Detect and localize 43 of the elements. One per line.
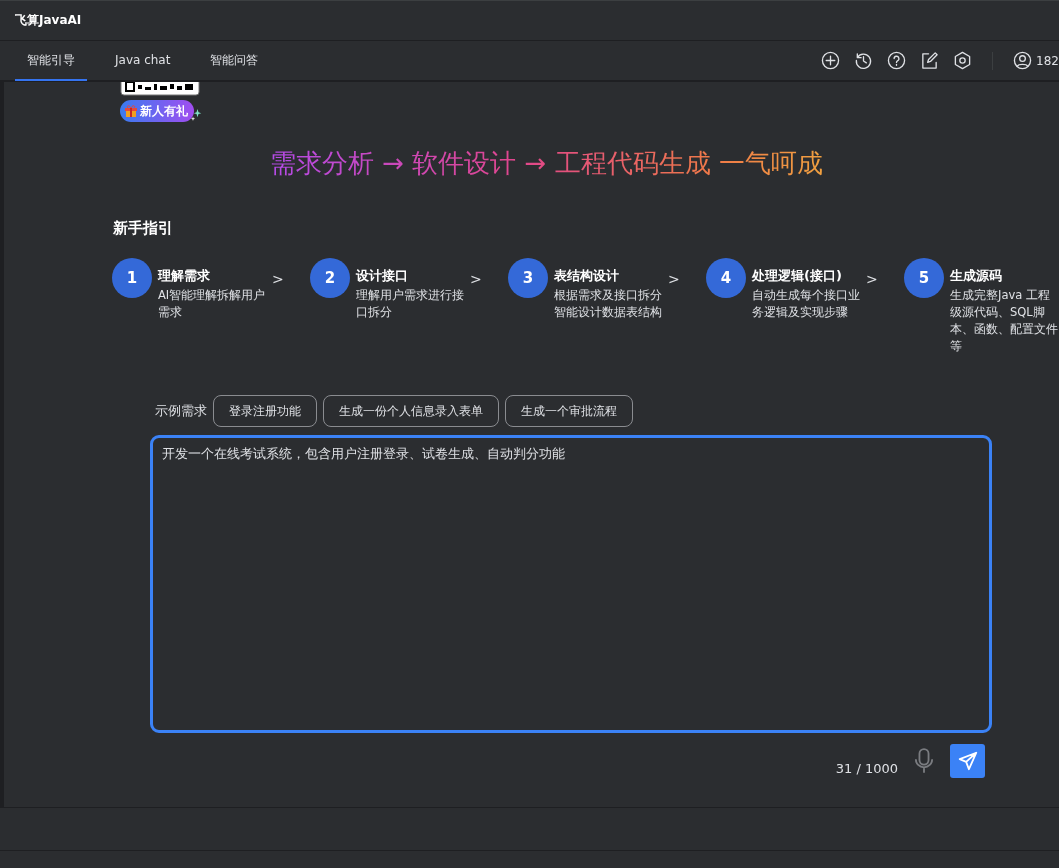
- sparkle-icon: [190, 108, 202, 122]
- step-description: 生成完整Java 工程级源代码、SQL脚本、函数、配置文件等: [950, 287, 1059, 355]
- step-description: 理解用户需求进行接口拆分: [356, 287, 465, 321]
- step-title: 理解需求: [158, 267, 211, 285]
- separator: >: [271, 270, 285, 287]
- step-number: 3: [508, 258, 548, 298]
- add-icon[interactable]: [821, 51, 841, 70]
- example-button[interactable]: 生成一份个人信息录入表单: [323, 395, 499, 427]
- input-field[interactable]: 开发一个在线考试系统，包含用户注册登录、试卷生成、自动判分功能: [150, 435, 992, 733]
- send-icon: [956, 750, 979, 772]
- char-counter: 31 / 1000: [835, 760, 898, 776]
- step-number: 5: [904, 258, 944, 298]
- step-description: 自动生成每个接口业务逻辑及实现步骤: [752, 287, 861, 321]
- step-number: 2: [310, 258, 350, 298]
- send-button[interactable]: [950, 744, 985, 778]
- section-title: 新手指引: [113, 219, 174, 238]
- promo-badge[interactable]: 新人有礼: [120, 100, 194, 122]
- example-button[interactable]: 生成一个审批流程: [505, 395, 633, 427]
- separator: >: [469, 270, 483, 287]
- step-description: 根据需求及接口拆分智能设计数据表结构: [554, 287, 663, 321]
- history-icon[interactable]: [854, 51, 874, 70]
- settings-icon[interactable]: [953, 51, 973, 70]
- separator: >: [865, 270, 879, 287]
- microphone-icon[interactable]: [914, 746, 934, 776]
- user-name[interactable]: 182: [1036, 53, 1059, 68]
- tab[interactable]: 智能引导: [15, 41, 87, 81]
- qr-code-icon: [120, 82, 200, 96]
- step-description: AI智能理解拆解用户需求: [158, 287, 267, 321]
- edit-icon[interactable]: [920, 51, 940, 70]
- tab[interactable]: 智能问答: [198, 41, 271, 81]
- step-title: 生成源码: [950, 267, 1003, 285]
- step-number: 1: [112, 258, 152, 298]
- step-title: 设计接口: [356, 267, 409, 285]
- step-number: 4: [706, 258, 746, 298]
- examples-label: 示例需求: [155, 402, 207, 420]
- example-button[interactable]: 登录注册功能: [213, 395, 317, 427]
- help-icon[interactable]: [887, 51, 907, 70]
- separator: >: [667, 270, 681, 287]
- step-title: 处理逻辑(接口): [752, 267, 843, 285]
- user-icon[interactable]: [1013, 51, 1033, 70]
- step-title: 表结构设计: [554, 267, 620, 285]
- window-title: 飞算JavaAI: [15, 12, 82, 29]
- tab[interactable]: Java chat: [103, 41, 183, 81]
